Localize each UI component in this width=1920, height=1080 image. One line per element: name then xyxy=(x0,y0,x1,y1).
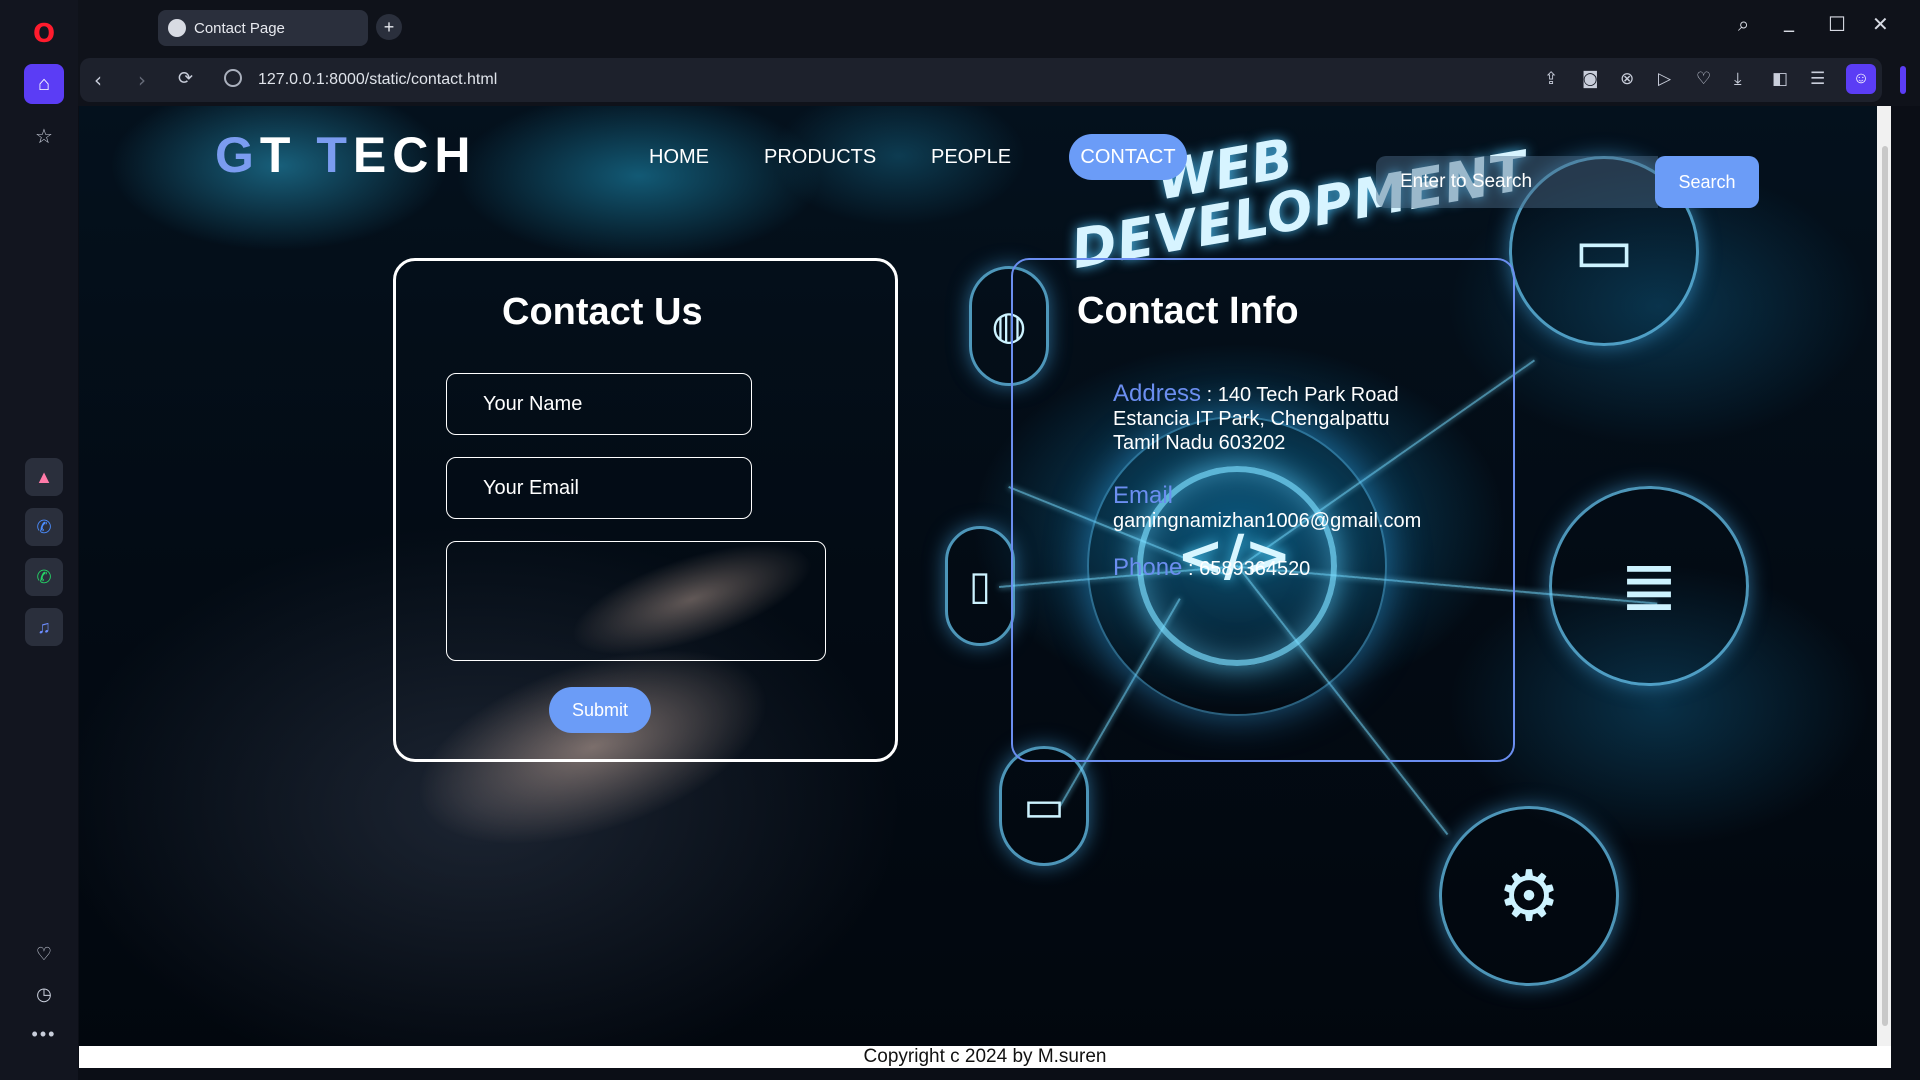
monitor-icon: ▭ xyxy=(999,746,1089,866)
back-icon[interactable]: ‹ xyxy=(94,68,102,92)
scrollbar-thumb[interactable] xyxy=(1882,146,1888,1026)
globe-icon xyxy=(168,19,186,37)
phone-label: Phone xyxy=(1113,554,1183,581)
email-label: Email xyxy=(1113,482,1174,509)
address-line-2: Estancia IT Park, Chengalpattu xyxy=(1113,408,1390,430)
address-bar-field: ‹ › ⟳ 127.0.0.1:8000/static/contact.html… xyxy=(80,58,1882,102)
search-button[interactable]: Search xyxy=(1655,156,1759,208)
phone-separator: : xyxy=(1182,558,1200,580)
url-text[interactable]: 127.0.0.1:8000/static/contact.html xyxy=(258,71,497,89)
history-icon[interactable]: ◷ xyxy=(24,974,64,1014)
search-input[interactable] xyxy=(1376,156,1658,208)
profile-icon[interactable]: ☺ xyxy=(1846,64,1876,94)
search-tabs-icon[interactable]: ⌕ xyxy=(1738,12,1749,36)
minimize-icon[interactable]: _ xyxy=(1784,8,1794,32)
maximize-icon[interactable]: ☐ xyxy=(1828,12,1846,36)
contact-info-card: Contact Info Address : 140 Tech Park Roa… xyxy=(1011,258,1515,762)
play-icon[interactable]: ▷ xyxy=(1658,69,1671,89)
phone-tech-icon: ▯ xyxy=(945,526,1015,646)
page-footer: Copyright c 2024 by M.suren xyxy=(79,1046,1891,1068)
heart-icon[interactable]: ♡ xyxy=(24,934,64,974)
reload-icon[interactable]: ⟳ xyxy=(178,68,193,89)
name-field[interactable] xyxy=(446,373,752,435)
email-field[interactable] xyxy=(446,457,752,519)
favorite-icon[interactable]: ♡ xyxy=(1696,69,1711,89)
tab-bar: Contact Page + ⌕ _ ☐ ✕ xyxy=(78,0,1920,54)
logo-letter-t: T xyxy=(316,127,353,183)
logo-letter-g: G xyxy=(215,127,260,183)
aria-icon[interactable]: ▲ xyxy=(25,458,63,496)
sidebar-panel-indicator xyxy=(1900,66,1906,94)
logo-text-2: ECH xyxy=(352,127,477,183)
page-viewport: </> ▭ ≣ ⚙ ◍ ▯ ▭ WEB DEVELOPMENT GT TECH … xyxy=(79,106,1891,1068)
site-info-icon[interactable] xyxy=(224,69,242,87)
forward-icon[interactable]: › xyxy=(138,68,146,92)
nav-home[interactable]: HOME xyxy=(649,134,709,180)
address-line-3: Tamil Nadu 603202 xyxy=(1113,432,1286,454)
contact-info-title: Contact Info xyxy=(1077,290,1299,332)
nav-products[interactable]: PRODUCTS xyxy=(764,134,876,180)
easy-setup-icon[interactable]: ☰ xyxy=(1810,69,1825,89)
email-block: Email gamingnamizhan1006@gmail.com xyxy=(1113,484,1421,533)
logo-text-1: T xyxy=(259,127,317,183)
page-scrollbar[interactable] xyxy=(1877,106,1891,1046)
address-line-1: : 140 Tech Park Road xyxy=(1201,384,1399,406)
contact-form-card: Contact Us Submit xyxy=(393,258,898,762)
phone-block: Phone : 6589364520 xyxy=(1113,556,1310,581)
phone-value[interactable]: 6589364520 xyxy=(1199,558,1310,580)
browser-sidebar: O ⌂ ☆ ▲ ✆ ✆ ♫ ♡ ◷ ••• xyxy=(0,0,78,1080)
close-icon[interactable]: ✕ xyxy=(1872,12,1889,36)
theme-icon[interactable]: ◧ xyxy=(1772,69,1788,89)
database-icon: ≣ xyxy=(1549,486,1749,686)
adblock-icon[interactable]: ⊗ xyxy=(1620,69,1634,89)
site-logo[interactable]: GT TECH xyxy=(215,126,476,184)
download-icon[interactable]: ⤓ xyxy=(1734,69,1742,89)
nav-contact[interactable]: CONTACT xyxy=(1069,134,1187,180)
speed-dial-icon[interactable]: ☆ xyxy=(24,116,64,156)
new-tab-button[interactable]: + xyxy=(376,14,402,40)
messenger-icon[interactable]: ✆ xyxy=(25,508,63,546)
contact-form-title: Contact Us xyxy=(502,291,703,333)
tab-contact-page[interactable]: Contact Page xyxy=(158,10,368,46)
opera-logo-icon[interactable]: O xyxy=(24,14,64,54)
submit-button[interactable]: Submit xyxy=(549,687,651,733)
whatsapp-icon[interactable]: ✆ xyxy=(25,558,63,596)
tab-title: Contact Page xyxy=(194,19,285,37)
nav-people[interactable]: PEOPLE xyxy=(931,134,1011,180)
message-field[interactable] xyxy=(446,541,826,661)
gears-icon: ⚙ xyxy=(1439,806,1619,986)
email-value[interactable]: gamingnamizhan1006@gmail.com xyxy=(1113,510,1421,532)
address-bar: ‹ › ⟳ 127.0.0.1:8000/static/contact.html… xyxy=(78,54,1920,106)
camera-icon[interactable]: ◙ xyxy=(1582,69,1599,89)
address-block: Address : 140 Tech Park Road Estancia IT… xyxy=(1113,382,1533,455)
home-icon[interactable]: ⌂ xyxy=(24,64,64,104)
address-label: Address xyxy=(1113,380,1202,407)
more-icon[interactable]: ••• xyxy=(24,1014,64,1054)
music-player-icon[interactable]: ♫ xyxy=(25,608,63,646)
share-icon[interactable]: ⇪ xyxy=(1544,69,1558,89)
